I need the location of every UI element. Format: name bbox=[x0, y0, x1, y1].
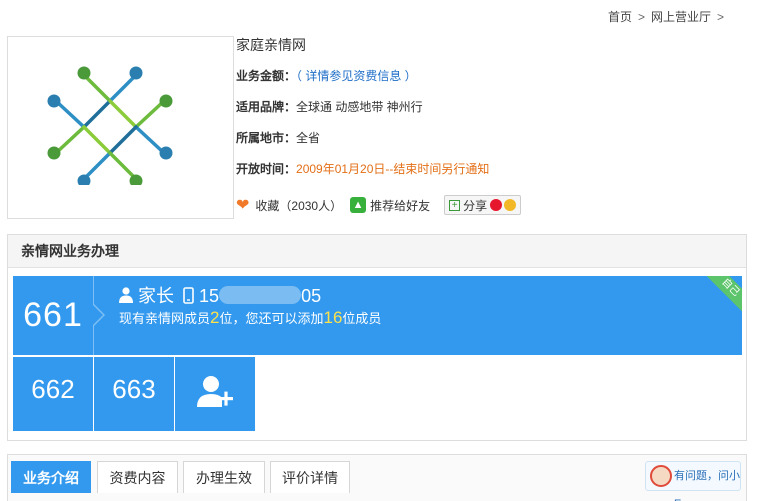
help-label: 有问题，问小E bbox=[674, 470, 740, 501]
fee-row: 业务金额：（ 详情参见资费信息 ） bbox=[236, 67, 746, 98]
family-network-logo bbox=[47, 66, 173, 185]
recommend-button[interactable]: 推荐给好友 bbox=[370, 197, 430, 214]
share-label: 分享 bbox=[463, 198, 488, 213]
family-network-panel: 亲情网业务办理 661 家长 15 05 现有亲情网成员2位，您还可以添加16位成… bbox=[7, 234, 747, 441]
member-role: 家长 bbox=[138, 286, 175, 306]
tencent-weibo-icon[interactable] bbox=[504, 199, 517, 211]
brand-label: 适用品牌： bbox=[236, 100, 297, 114]
tab-fees[interactable]: 资费内容 bbox=[97, 461, 178, 493]
brand-value: 全球通 动感地带 神州行 bbox=[296, 100, 423, 114]
phone-masked bbox=[219, 286, 302, 304]
brand-row: 适用品牌：全球通 动感地带 神州行 bbox=[236, 98, 746, 129]
summary-text-a: 现有亲情网成员 bbox=[119, 311, 211, 326]
ask-help-button[interactable]: 有问题，问小E bbox=[645, 461, 741, 501]
favorite-button[interactable]: 收藏（2030人） bbox=[255, 197, 342, 214]
short-number: 661 bbox=[13, 276, 94, 355]
self-badge: 自己 bbox=[703, 276, 742, 315]
phone-prefix: 15 bbox=[199, 286, 220, 306]
tab-intro[interactable]: 业务介绍 bbox=[11, 461, 91, 493]
chevron-right-icon bbox=[93, 304, 105, 326]
fee-label: 业务金额： bbox=[236, 69, 297, 83]
mascot-icon bbox=[650, 465, 672, 487]
region-row: 所属地市：全省 bbox=[236, 129, 746, 160]
panel-title: 亲情网业务办理 bbox=[8, 235, 746, 268]
product-logo bbox=[7, 36, 234, 219]
time-label: 开放时间： bbox=[236, 162, 297, 176]
breadcrumb: 首页 > 网上营业厅 > bbox=[608, 8, 730, 25]
member-tile[interactable]: 662 bbox=[13, 357, 93, 431]
time-row: 开放时间：2009年01月20日--结束时间另行通知 bbox=[236, 160, 746, 191]
region-label: 所属地市： bbox=[236, 131, 297, 145]
tab-reviews[interactable]: 评价详情 bbox=[270, 461, 350, 493]
member-summary: 现有亲情网成员2位，您还可以添加16位成员 bbox=[119, 308, 381, 329]
breadcrumb-home[interactable]: 首页 bbox=[608, 10, 632, 24]
remaining-count: 16 bbox=[323, 308, 343, 327]
breadcrumb-separator: > bbox=[638, 10, 646, 24]
weibo-icon[interactable] bbox=[490, 199, 503, 211]
region-value: 全省 bbox=[296, 131, 321, 145]
detail-tabs: 业务介绍 资费内容 办理生效 评价详情 有问题，问小E bbox=[7, 454, 747, 501]
share-button[interactable]: + 分享 bbox=[444, 195, 522, 215]
breadcrumb-hall[interactable]: 网上营业厅 bbox=[651, 10, 711, 24]
summary-text-b: 位，您还可以添加 bbox=[219, 311, 324, 326]
plus-icon: + bbox=[449, 199, 461, 211]
phone-suffix: 05 bbox=[301, 286, 322, 306]
owner-member-card[interactable]: 661 家长 15 05 现有亲情网成员2位，您还可以添加16位成员 自己 bbox=[13, 276, 742, 355]
tab-effective[interactable]: 办理生效 bbox=[183, 461, 265, 493]
product-title: 家庭亲情网 bbox=[236, 37, 306, 53]
person-icon bbox=[119, 287, 133, 303]
summary-text-c: 位成员 bbox=[342, 311, 382, 326]
heart-icon[interactable]: ❤ bbox=[236, 195, 249, 215]
product-info: 家庭亲情网 业务金额：（ 详情参见资费信息 ） 适用品牌：全球通 动感地带 神州… bbox=[236, 36, 746, 219]
breadcrumb-separator: > bbox=[717, 10, 725, 24]
actions-row: ❤ 收藏（2030人） ▲ 推荐给好友 + 分享 bbox=[236, 191, 746, 219]
member-role-line: 家长 15 05 bbox=[119, 285, 321, 307]
add-user-icon bbox=[197, 376, 233, 407]
fee-detail-link[interactable]: （ 详情参见资费信息 ） bbox=[296, 69, 417, 83]
member-tile[interactable]: 663 bbox=[94, 357, 174, 431]
add-member-button[interactable] bbox=[175, 357, 255, 431]
time-value: 2009年01月20日--结束时间另行通知 bbox=[296, 162, 490, 176]
phone-icon bbox=[183, 287, 194, 304]
thumbs-up-icon[interactable]: ▲ bbox=[350, 197, 367, 213]
